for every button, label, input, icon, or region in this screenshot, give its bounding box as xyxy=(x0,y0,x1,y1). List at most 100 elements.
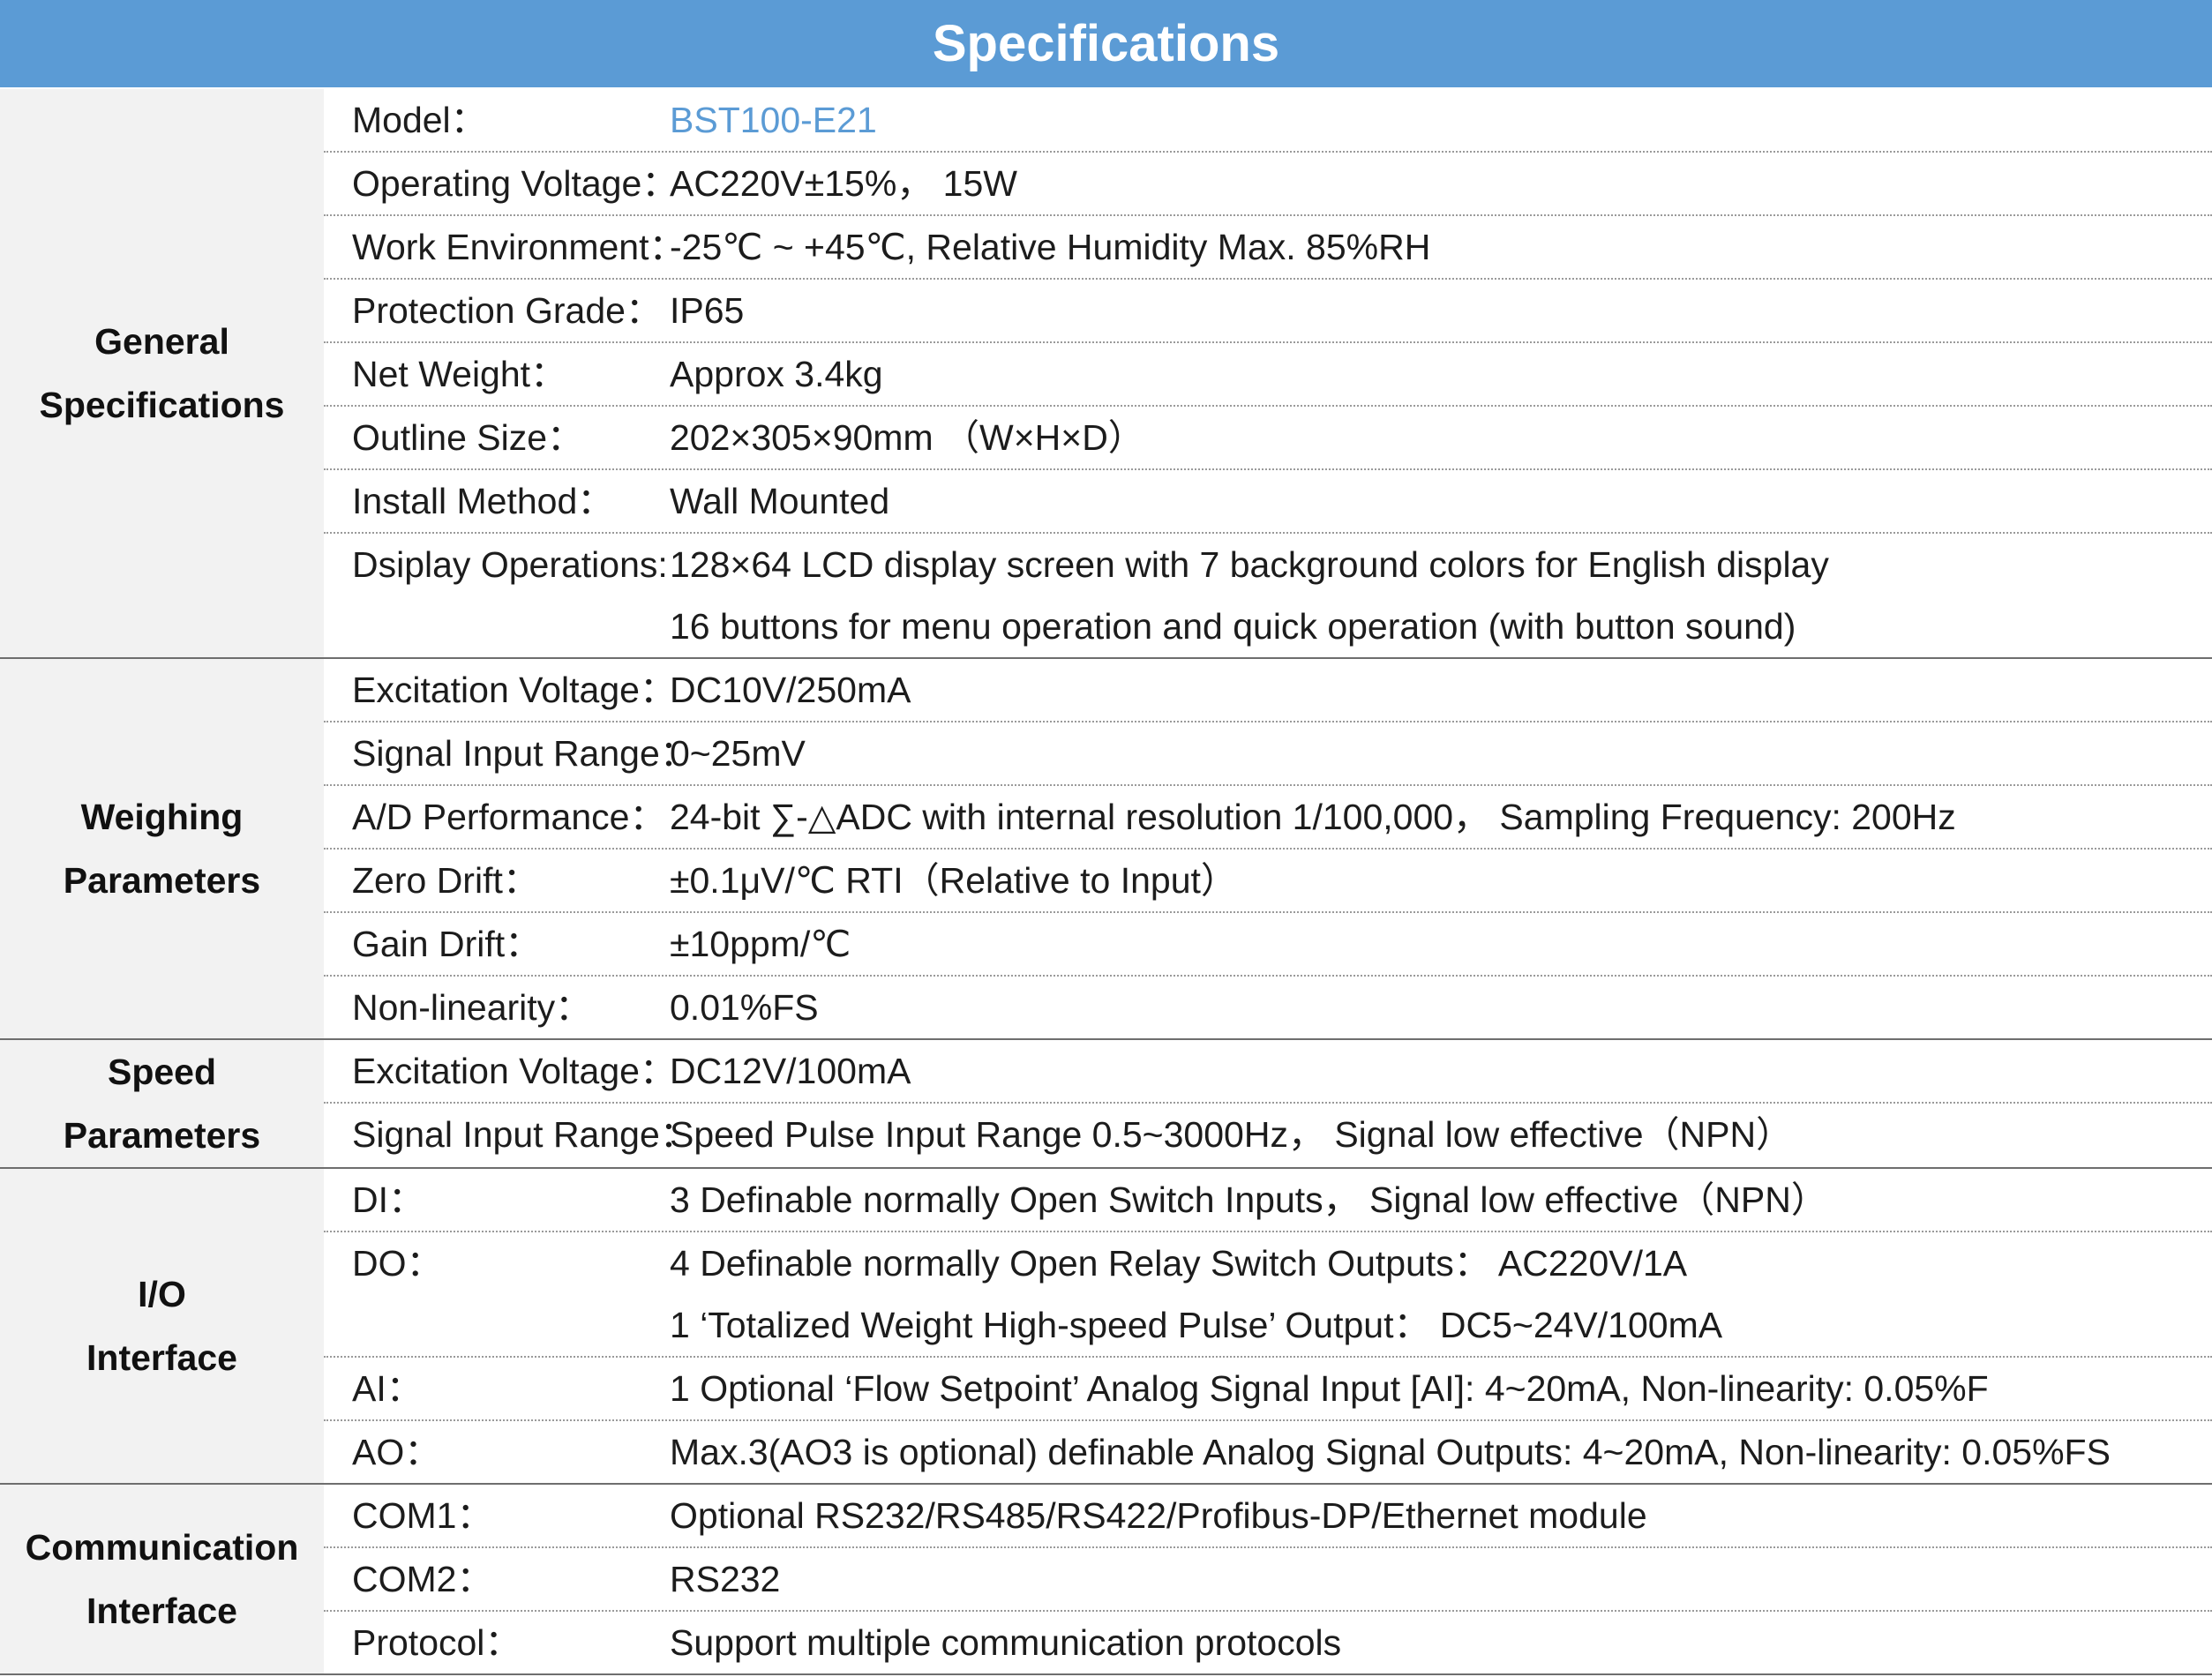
spec-value: 4 Definable normally Open Relay Switch O… xyxy=(670,1243,1688,1284)
section-label-line: I/O xyxy=(138,1274,186,1314)
spec-label: Dsiplay Operations: xyxy=(324,534,670,657)
spec-values: IP65 xyxy=(670,280,2212,341)
spec-section: Speed Parameters Excitation Voltage： DC12V/… xyxy=(0,1040,2212,1169)
spec-row: COM1： Optional RS232/RS485/RS422/Profibus… xyxy=(324,1485,2212,1548)
spec-value: Optional RS232/RS485/RS422/Profibus-DP/E… xyxy=(670,1495,1647,1536)
spec-values: Max.3(AO3 is optional) definable Analog … xyxy=(670,1421,2212,1483)
section-label: I/O Interface xyxy=(0,1169,324,1483)
section-label-line: Parameters xyxy=(63,1115,261,1156)
section-label: Communication Interface xyxy=(0,1485,324,1673)
spec-values: Support multiple communication protocols xyxy=(670,1612,2212,1673)
spec-row: Excitation Voltage： DC12V/100mA xyxy=(324,1040,2212,1104)
spec-value: 1 ‘Totalized Weight High-speed Pulse’ Ou… xyxy=(670,1305,1723,1345)
spec-row: Gain Drift： ±10ppm/℃ xyxy=(324,913,2212,977)
spec-value: 3 Definable normally Open Switch Inputs，… xyxy=(670,1179,1827,1220)
spec-row: Dsiplay Operations: 128×64 LCD display sc… xyxy=(324,534,2212,657)
spec-label: Excitation Voltage： xyxy=(324,1040,676,1102)
spec-label: Gain Drift： xyxy=(324,913,670,975)
spec-row: Non-linearity： 0.01%FS xyxy=(324,977,2212,1038)
spec-label-text: Excitation Voltage： xyxy=(352,670,676,710)
spec-values: Approx 3.4kg xyxy=(670,343,2212,405)
spec-label: COM1： xyxy=(324,1485,670,1546)
spec-value: 128×64 LCD display screen with 7 backgro… xyxy=(670,544,1829,585)
spec-values: AC220V±15%， 15W xyxy=(670,153,2212,214)
spec-value: AC220V±15%， 15W xyxy=(670,163,1017,204)
section-rows: Excitation Voltage： DC10V/250mA Signal Inp… xyxy=(324,659,2212,1038)
spec-row: AO： Max.3(AO3 is optional) definable Anal… xyxy=(324,1421,2212,1483)
spec-values: -25℃ ~ +45℃, Relative Humidity Max. 85%R… xyxy=(670,216,2212,278)
spec-label-text: Excitation Voltage： xyxy=(352,1051,676,1091)
spec-row: Protection Grade： IP65 xyxy=(324,280,2212,343)
section-label: Speed Parameters xyxy=(0,1040,324,1167)
spec-values: 0~25mV xyxy=(670,722,2212,784)
spec-value: Approx 3.4kg xyxy=(670,354,883,394)
section-rows: COM1： Optional RS232/RS485/RS422/Profibus… xyxy=(324,1485,2212,1673)
spec-row: COM2： RS232 xyxy=(324,1548,2212,1612)
section-label-line: Parameters xyxy=(63,860,261,901)
spec-label: AO： xyxy=(324,1421,670,1483)
spec-value: DC12V/100mA xyxy=(670,1051,911,1091)
section-label: General Specifications xyxy=(0,89,324,657)
spec-row: Zero Drift： ±0.1μV/℃ RTI（Relative to Inpu… xyxy=(324,850,2212,913)
spec-label-text: Operating Voltage： xyxy=(352,163,679,204)
spec-label: Operating Voltage： xyxy=(324,153,679,214)
spec-label-text: Outline Size： xyxy=(352,417,584,458)
page-title: Specifications xyxy=(932,15,1280,72)
spec-values: 1 Optional ‘Flow Setpoint’ Analog Signal… xyxy=(670,1358,2212,1419)
spec-label-text: Gain Drift： xyxy=(352,924,542,964)
spec-label-text: COM1： xyxy=(352,1495,493,1536)
spec-values: 3 Definable normally Open Switch Inputs，… xyxy=(670,1169,2212,1231)
spec-value: Speed Pulse Input Range 0.5~3000Hz， Sign… xyxy=(670,1114,1793,1155)
spec-section: Weighing Parameters Excitation Voltage： DC1… xyxy=(0,659,2212,1040)
spec-value: 1 Optional ‘Flow Setpoint’ Analog Signal… xyxy=(670,1368,1989,1409)
spec-label-text: Protection Grade： xyxy=(352,290,662,331)
spec-row: Net Weight： Approx 3.4kg xyxy=(324,343,2212,407)
spec-label-text: Dsiplay Operations: xyxy=(352,544,668,585)
spec-label-text: Work Environment： xyxy=(352,227,686,267)
spec-row: Install Method： Wall Mounted xyxy=(324,470,2212,534)
specifications-header: Specifications xyxy=(0,0,2212,87)
spec-value: Max.3(AO3 is optional) definable Analog … xyxy=(670,1432,2111,1472)
section-rows: Excitation Voltage： DC12V/100mA Signal Inp… xyxy=(324,1040,2212,1167)
spec-label-text: Zero Drift： xyxy=(352,860,539,901)
spec-label-text: Non-linearity： xyxy=(352,987,592,1028)
spec-values: 24-bit ∑-△ADC with internal resolution 1… xyxy=(670,786,2212,848)
spec-value: RS232 xyxy=(670,1559,781,1599)
spec-values: BST100-E21 xyxy=(670,89,2212,151)
section-label-line: Interface xyxy=(86,1337,237,1378)
section-label-line: Communication xyxy=(25,1527,299,1568)
spec-row: DI： 3 Definable normally Open Switch Inpu… xyxy=(324,1169,2212,1232)
spec-values: 128×64 LCD display screen with 7 backgro… xyxy=(670,534,2212,657)
spec-label: Outline Size： xyxy=(324,407,670,468)
spec-row: DO： 4 Definable normally Open Relay Switc… xyxy=(324,1232,2212,1358)
spec-values: 202×305×90mm （W×H×D） xyxy=(670,407,2212,468)
spec-label-text: DI： xyxy=(352,1179,424,1220)
spec-label: Excitation Voltage： xyxy=(324,659,676,721)
spec-label: Zero Drift： xyxy=(324,850,670,911)
section-rows: Model： BST100-E21 Operating Voltage： AC220V… xyxy=(324,89,2212,657)
spec-values: ±0.1μV/℃ RTI（Relative to Input） xyxy=(670,850,2212,911)
spec-value: 24-bit ∑-△ADC with internal resolution 1… xyxy=(670,797,1956,837)
spec-value: BST100-E21 xyxy=(670,100,877,140)
spec-row: Protocol： Support multiple communication … xyxy=(324,1612,2212,1673)
spec-label: Net Weight： xyxy=(324,343,670,405)
spec-label-text: A/D Performance： xyxy=(352,797,666,837)
spec-label-text: COM2： xyxy=(352,1559,493,1599)
spec-row: Signal Input Range： Speed Pulse Input Ran… xyxy=(324,1104,2212,1165)
spec-row: Excitation Voltage： DC10V/250mA xyxy=(324,659,2212,722)
spec-label: AI： xyxy=(324,1358,670,1419)
spec-label: Install Method： xyxy=(324,470,670,532)
spec-row: AI： 1 Optional ‘Flow Setpoint’ Analog Sig… xyxy=(324,1358,2212,1421)
section-label-line: Specifications xyxy=(39,385,285,425)
spec-section: I/O Interface DI： 3 Definable normally Open… xyxy=(0,1169,2212,1485)
spec-row: Operating Voltage： AC220V±15%， 15W xyxy=(324,153,2212,216)
spec-table: General Specifications Model： BST100-E21 Ope… xyxy=(0,89,2212,1675)
spec-row: Work Environment： -25℃ ~ +45℃, Relative H… xyxy=(324,216,2212,280)
spec-values: Wall Mounted xyxy=(670,470,2212,532)
spec-label: A/D Performance： xyxy=(324,786,670,848)
spec-row: Outline Size： 202×305×90mm （W×H×D） xyxy=(324,407,2212,470)
spec-row: A/D Performance： 24-bit ∑-△ADC with inter… xyxy=(324,786,2212,850)
spec-value: ±0.1μV/℃ RTI（Relative to Input） xyxy=(670,860,1237,901)
spec-value: Wall Mounted xyxy=(670,481,890,521)
section-label: Weighing Parameters xyxy=(0,659,324,1038)
